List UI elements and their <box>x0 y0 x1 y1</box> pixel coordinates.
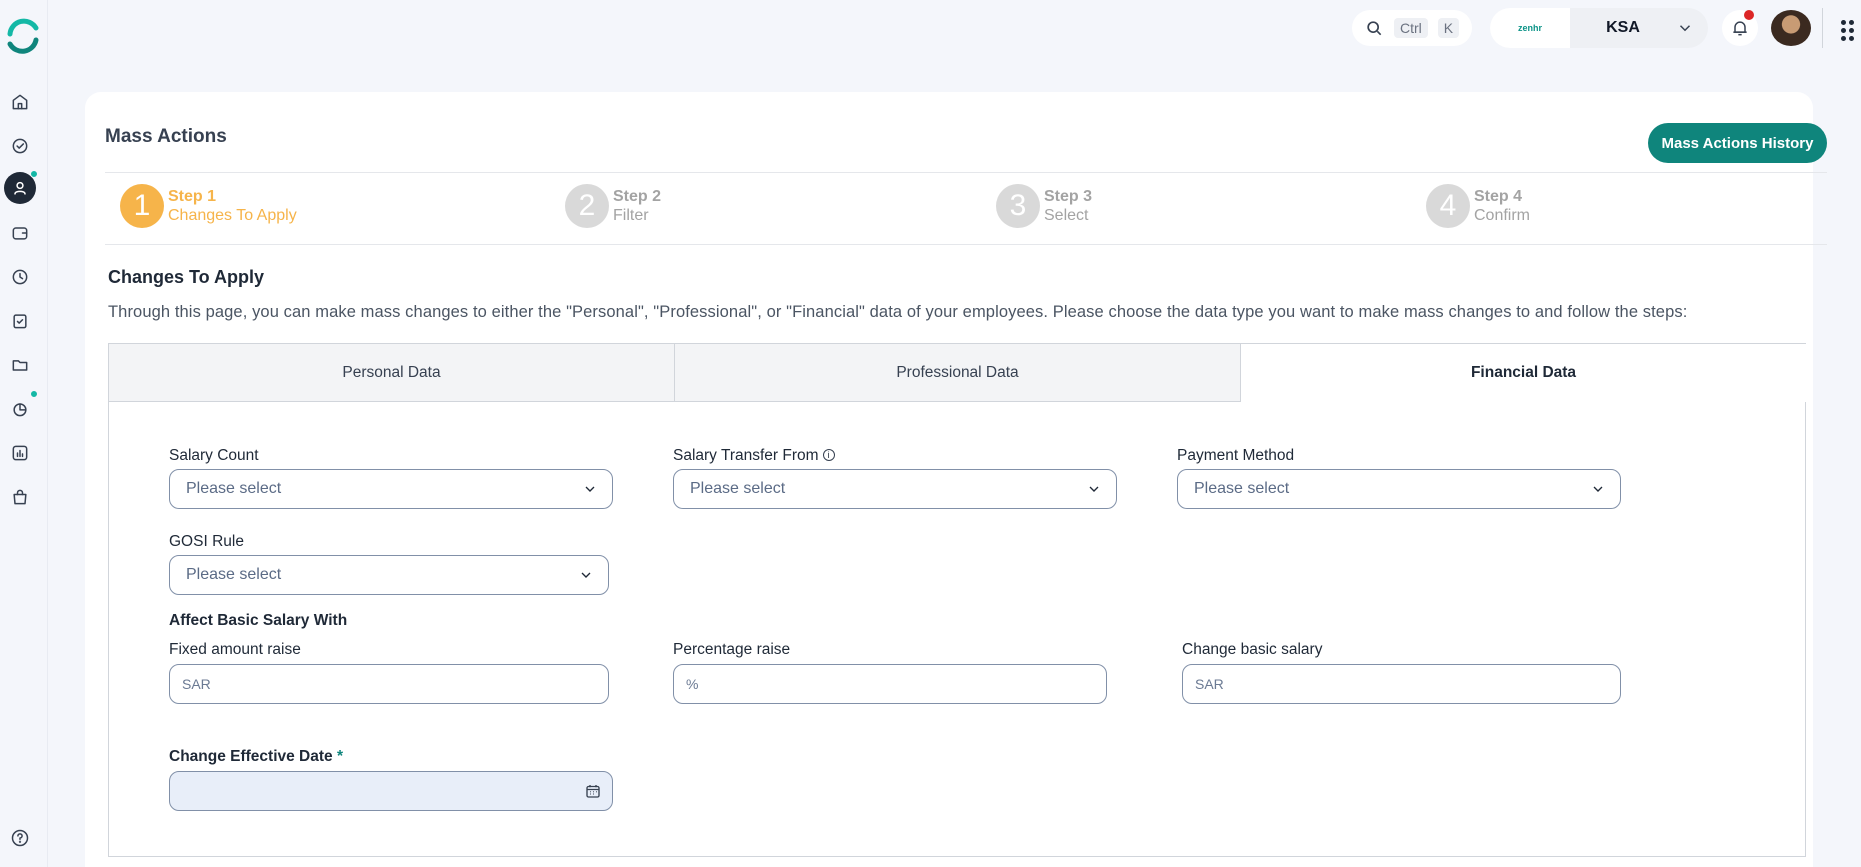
company-switcher[interactable]: zenhr KSA <box>1490 8 1708 48</box>
gosi-rule-select[interactable]: Please select <box>169 555 609 595</box>
shortcut-key-k: K <box>1437 18 1460 38</box>
chevron-down-icon <box>1679 25 1691 32</box>
gosi-rule-placeholder: Please select <box>186 566 282 583</box>
step-4-number: 4 <box>1426 184 1470 228</box>
step-2-subtitle: Filter <box>613 207 649 224</box>
chevron-down-icon <box>1593 486 1603 492</box>
change-basic-salary-label: Change basic salary <box>1182 641 1323 658</box>
change-basic-salary-placeholder: SAR <box>1195 676 1224 692</box>
tasks-check-icon[interactable] <box>6 132 34 160</box>
tab-professional-data[interactable]: Professional Data <box>675 344 1241 402</box>
step-3-subtitle: Select <box>1044 207 1089 224</box>
pie-chart-icon[interactable] <box>6 395 34 423</box>
employees-notification-dot <box>30 170 38 178</box>
title-divider <box>105 172 1827 173</box>
step-1-subtitle: Changes To Apply <box>168 207 297 224</box>
salary-transfer-from-label: Salary Transfer From i <box>673 447 835 465</box>
apps-grid-icon[interactable] <box>1841 20 1857 41</box>
step-3: 3 Step 3 Select <box>996 184 1092 228</box>
salary-count-label: Salary Count <box>169 447 259 464</box>
step-3-number: 3 <box>996 184 1040 228</box>
stepper-divider <box>105 244 1827 245</box>
salary-transfer-from-label-text: Salary Transfer From <box>673 447 819 464</box>
section-description: Through this page, you can make mass cha… <box>108 303 1688 321</box>
affect-basic-salary-heading: Affect Basic Salary With <box>169 612 348 629</box>
step-2-title: Step 2 <box>613 188 662 205</box>
percentage-raise-placeholder: % <box>686 676 699 692</box>
home-icon[interactable] <box>6 88 34 116</box>
bar-chart-icon[interactable] <box>6 439 34 467</box>
step-1-number: 1 <box>120 184 164 228</box>
notification-badge <box>1744 10 1754 20</box>
payment-method-label: Payment Method <box>1177 447 1295 464</box>
shortcut-key-ctrl: Ctrl <box>1394 18 1428 38</box>
chevron-down-icon <box>581 572 591 578</box>
help-icon[interactable] <box>6 824 34 852</box>
wallet-icon[interactable] <box>6 219 34 247</box>
tab-financial-data[interactable]: Financial Data <box>1241 344 1806 402</box>
notifications-button[interactable] <box>1722 10 1758 46</box>
step-4: 4 Step 4 Confirm <box>1426 184 1530 228</box>
change-basic-salary-input[interactable]: SAR <box>1182 664 1621 704</box>
change-effective-date-input[interactable] <box>169 771 613 811</box>
app-logo[interactable] <box>6 18 40 56</box>
info-icon[interactable]: i <box>822 449 835 461</box>
step-1: 1 Step 1 Changes To Apply <box>120 184 297 228</box>
salary-transfer-from-placeholder: Please select <box>690 480 786 497</box>
shopping-bag-icon[interactable] <box>6 483 34 511</box>
salary-count-placeholder: Please select <box>186 480 282 497</box>
step-2: 2 Step 2 Filter <box>565 184 661 228</box>
fixed-amount-raise-placeholder: SAR <box>182 676 211 692</box>
salary-transfer-from-select[interactable]: Please select <box>673 469 1117 509</box>
bell-icon <box>1733 21 1747 36</box>
search-icon <box>1367 21 1382 36</box>
percentage-raise-input[interactable]: % <box>673 664 1107 704</box>
mass-actions-history-button[interactable]: Mass Actions History <box>1648 123 1827 163</box>
company-name: KSA <box>1606 19 1640 36</box>
global-search[interactable]: Ctrl K <box>1352 10 1472 46</box>
change-effective-date-label-text: Change Effective Date <box>169 748 333 765</box>
calendar-icon[interactable] <box>584 782 602 800</box>
payment-method-placeholder: Please select <box>1194 480 1290 497</box>
step-1-title: Step 1 <box>168 188 217 205</box>
mass-actions-card: Mass Actions Mass Actions History 1 Step… <box>85 92 1827 867</box>
step-4-title: Step 4 <box>1474 188 1523 205</box>
fixed-amount-raise-label: Fixed amount raise <box>169 641 301 658</box>
required-mark: * <box>336 748 344 765</box>
sidebar <box>0 0 48 867</box>
tab-personal-data[interactable]: Personal Data <box>109 344 675 402</box>
page-title: Mass Actions <box>105 126 227 147</box>
gosi-rule-label: GOSI Rule <box>169 533 244 550</box>
section-title: Changes To Apply <box>108 267 265 287</box>
company-logo: zenhr <box>1490 8 1570 48</box>
data-type-tabs-panel: Personal Data Professional Data Financia… <box>108 343 1806 857</box>
chevron-down-icon <box>585 486 595 492</box>
clock-icon[interactable] <box>6 263 34 291</box>
folder-icon[interactable] <box>6 351 34 379</box>
reports-notification-dot <box>30 390 38 398</box>
salary-count-select[interactable]: Please select <box>169 469 613 509</box>
step-3-title: Step 3 <box>1044 188 1093 205</box>
percentage-raise-label: Percentage raise <box>673 641 791 658</box>
change-effective-date-label: Change Effective Date * <box>169 748 343 766</box>
fixed-amount-raise-input[interactable]: SAR <box>169 664 609 704</box>
topbar-divider <box>1822 8 1823 48</box>
payment-method-select[interactable]: Please select <box>1177 469 1621 509</box>
step-4-subtitle: Confirm <box>1474 207 1531 224</box>
chevron-down-icon <box>1089 486 1099 492</box>
step-2-number: 2 <box>565 184 609 228</box>
user-avatar[interactable] <box>1771 10 1811 46</box>
checklist-icon[interactable] <box>6 307 34 335</box>
